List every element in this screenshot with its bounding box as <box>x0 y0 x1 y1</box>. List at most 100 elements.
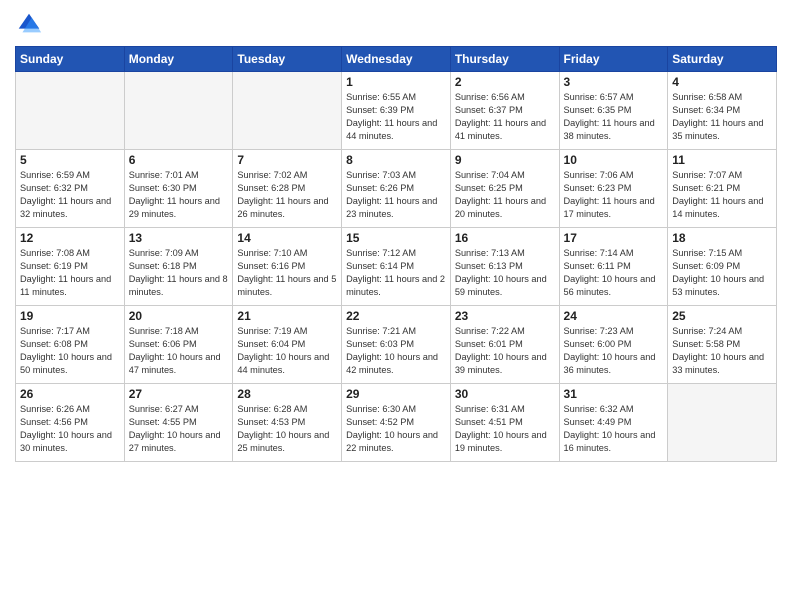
calendar-cell: 12Sunrise: 7:08 AMSunset: 6:19 PMDayligh… <box>16 228 125 306</box>
day-info: Sunrise: 7:24 AMSunset: 5:58 PMDaylight:… <box>672 325 772 377</box>
day-info: Sunrise: 7:17 AMSunset: 6:08 PMDaylight:… <box>20 325 120 377</box>
calendar-cell <box>233 72 342 150</box>
day-number: 29 <box>346 387 446 401</box>
day-info: Sunrise: 7:22 AMSunset: 6:01 PMDaylight:… <box>455 325 555 377</box>
calendar-week-row: 19 Sunrise: 7:17 AMSunset: 6:08 PMDayligh… <box>16 306 777 384</box>
day-number: 28 <box>237 387 337 401</box>
calendar-cell: 19 Sunrise: 7:17 AMSunset: 6:08 PMDayligh… <box>16 306 125 384</box>
calendar-cell: 3Sunrise: 6:57 AMSunset: 6:35 PMDaylight… <box>559 72 668 150</box>
day-number: 25 <box>672 309 772 323</box>
day-info: Sunrise: 7:14 AMSunset: 6:11 PMDaylight:… <box>564 247 664 299</box>
day-number: 9 <box>455 153 555 167</box>
calendar-cell: 17 Sunrise: 7:14 AMSunset: 6:11 PMDayligh… <box>559 228 668 306</box>
day-info: Sunrise: 6:30 AMSunset: 4:52 PMDaylight:… <box>346 403 446 455</box>
day-number: 3 <box>564 75 664 89</box>
day-number: 1 <box>346 75 446 89</box>
calendar-week-row: 5Sunrise: 6:59 AMSunset: 6:32 PMDaylight… <box>16 150 777 228</box>
day-number: 11 <box>672 153 772 167</box>
calendar-header-tuesday: Tuesday <box>233 47 342 72</box>
day-info: Sunrise: 6:31 AMSunset: 4:51 PMDaylight:… <box>455 403 555 455</box>
day-info: Sunrise: 7:02 AMSunset: 6:28 PMDaylight:… <box>237 169 337 221</box>
calendar-header-row: SundayMondayTuesdayWednesdayThursdayFrid… <box>16 47 777 72</box>
calendar-table: SundayMondayTuesdayWednesdayThursdayFrid… <box>15 46 777 462</box>
calendar-cell: 7 Sunrise: 7:02 AMSunset: 6:28 PMDaylight… <box>233 150 342 228</box>
calendar-cell: 6Sunrise: 7:01 AMSunset: 6:30 PMDaylight… <box>124 150 233 228</box>
day-info: Sunrise: 7:23 AMSunset: 6:00 PMDaylight:… <box>564 325 664 377</box>
day-number: 21 <box>237 309 337 323</box>
calendar-cell: 13Sunrise: 7:09 AMSunset: 6:18 PMDayligh… <box>124 228 233 306</box>
day-number: 27 <box>129 387 229 401</box>
calendar-cell: 25 Sunrise: 7:24 AMSunset: 5:58 PMDayligh… <box>668 306 777 384</box>
calendar-cell: 29 Sunrise: 6:30 AMSunset: 4:52 PMDayligh… <box>342 384 451 462</box>
day-info: Sunrise: 7:12 AMSunset: 6:14 PMDaylight:… <box>346 247 446 299</box>
calendar-cell: 30 Sunrise: 6:31 AMSunset: 4:51 PMDayligh… <box>450 384 559 462</box>
day-number: 30 <box>455 387 555 401</box>
day-number: 24 <box>564 309 664 323</box>
day-number: 10 <box>564 153 664 167</box>
calendar-header-thursday: Thursday <box>450 47 559 72</box>
day-info: Sunrise: 7:18 AMSunset: 6:06 PMDaylight:… <box>129 325 229 377</box>
calendar-cell: 4Sunrise: 6:58 AMSunset: 6:34 PMDaylight… <box>668 72 777 150</box>
day-number: 18 <box>672 231 772 245</box>
calendar-cell: 18Sunrise: 7:15 AMSunset: 6:09 PMDayligh… <box>668 228 777 306</box>
day-number: 15 <box>346 231 446 245</box>
calendar-cell: 23 Sunrise: 7:22 AMSunset: 6:01 PMDayligh… <box>450 306 559 384</box>
day-info: Sunrise: 6:55 AMSunset: 6:39 PMDaylight:… <box>346 91 446 143</box>
day-number: 14 <box>237 231 337 245</box>
day-number: 7 <box>237 153 337 167</box>
calendar-cell <box>124 72 233 150</box>
day-info: Sunrise: 6:56 AMSunset: 6:37 PMDaylight:… <box>455 91 555 143</box>
day-number: 26 <box>20 387 120 401</box>
day-info: Sunrise: 7:13 AMSunset: 6:13 PMDaylight:… <box>455 247 555 299</box>
calendar-cell: 9 Sunrise: 7:04 AMSunset: 6:25 PMDaylight… <box>450 150 559 228</box>
day-info: Sunrise: 7:01 AMSunset: 6:30 PMDaylight:… <box>129 169 229 221</box>
calendar-cell: 14 Sunrise: 7:10 AMSunset: 6:16 PMDayligh… <box>233 228 342 306</box>
day-number: 31 <box>564 387 664 401</box>
day-number: 8 <box>346 153 446 167</box>
day-info: Sunrise: 7:07 AMSunset: 6:21 PMDaylight:… <box>672 169 772 221</box>
day-number: 17 <box>564 231 664 245</box>
calendar-cell: 24 Sunrise: 7:23 AMSunset: 6:00 PMDayligh… <box>559 306 668 384</box>
calendar-week-row: 12Sunrise: 7:08 AMSunset: 6:19 PMDayligh… <box>16 228 777 306</box>
day-number: 23 <box>455 309 555 323</box>
day-number: 2 <box>455 75 555 89</box>
calendar-header-wednesday: Wednesday <box>342 47 451 72</box>
calendar-week-row: 26 Sunrise: 6:26 AMSunset: 4:56 PMDayligh… <box>16 384 777 462</box>
calendar-cell: 11 Sunrise: 7:07 AMSunset: 6:21 PMDayligh… <box>668 150 777 228</box>
calendar-header-monday: Monday <box>124 47 233 72</box>
calendar-cell: 5Sunrise: 6:59 AMSunset: 6:32 PMDaylight… <box>16 150 125 228</box>
calendar-cell: 21Sunrise: 7:19 AMSunset: 6:04 PMDayligh… <box>233 306 342 384</box>
calendar-cell: 16 Sunrise: 7:13 AMSunset: 6:13 PMDayligh… <box>450 228 559 306</box>
calendar-cell: 20Sunrise: 7:18 AMSunset: 6:06 PMDayligh… <box>124 306 233 384</box>
day-number: 19 <box>20 309 120 323</box>
day-info: Sunrise: 7:10 AMSunset: 6:16 PMDaylight:… <box>237 247 337 299</box>
day-info: Sunrise: 7:04 AMSunset: 6:25 PMDaylight:… <box>455 169 555 221</box>
calendar-cell: 26 Sunrise: 6:26 AMSunset: 4:56 PMDayligh… <box>16 384 125 462</box>
calendar-cell: 10 Sunrise: 7:06 AMSunset: 6:23 PMDayligh… <box>559 150 668 228</box>
calendar-cell: 22Sunrise: 7:21 AMSunset: 6:03 PMDayligh… <box>342 306 451 384</box>
calendar-header-friday: Friday <box>559 47 668 72</box>
day-info: Sunrise: 6:32 AMSunset: 4:49 PMDaylight:… <box>564 403 664 455</box>
page: SundayMondayTuesdayWednesdayThursdayFrid… <box>0 0 792 612</box>
day-info: Sunrise: 6:27 AMSunset: 4:55 PMDaylight:… <box>129 403 229 455</box>
day-number: 12 <box>20 231 120 245</box>
header <box>15 10 777 38</box>
calendar-cell: 15 Sunrise: 7:12 AMSunset: 6:14 PMDayligh… <box>342 228 451 306</box>
day-number: 13 <box>129 231 229 245</box>
day-info: Sunrise: 6:26 AMSunset: 4:56 PMDaylight:… <box>20 403 120 455</box>
day-info: Sunrise: 6:28 AMSunset: 4:53 PMDaylight:… <box>237 403 337 455</box>
day-info: Sunrise: 7:21 AMSunset: 6:03 PMDaylight:… <box>346 325 446 377</box>
calendar-cell: 27 Sunrise: 6:27 AMSunset: 4:55 PMDayligh… <box>124 384 233 462</box>
calendar-cell <box>16 72 125 150</box>
calendar-cell <box>668 384 777 462</box>
calendar-cell: 8 Sunrise: 7:03 AMSunset: 6:26 PMDaylight… <box>342 150 451 228</box>
day-info: Sunrise: 7:03 AMSunset: 6:26 PMDaylight:… <box>346 169 446 221</box>
day-number: 4 <box>672 75 772 89</box>
calendar-week-row: 1 Sunrise: 6:55 AMSunset: 6:39 PMDaylight… <box>16 72 777 150</box>
calendar-cell: 1 Sunrise: 6:55 AMSunset: 6:39 PMDaylight… <box>342 72 451 150</box>
calendar-header-saturday: Saturday <box>668 47 777 72</box>
day-number: 16 <box>455 231 555 245</box>
calendar-header-sunday: Sunday <box>16 47 125 72</box>
day-info: Sunrise: 7:06 AMSunset: 6:23 PMDaylight:… <box>564 169 664 221</box>
day-info: Sunrise: 6:59 AMSunset: 6:32 PMDaylight:… <box>20 169 120 221</box>
